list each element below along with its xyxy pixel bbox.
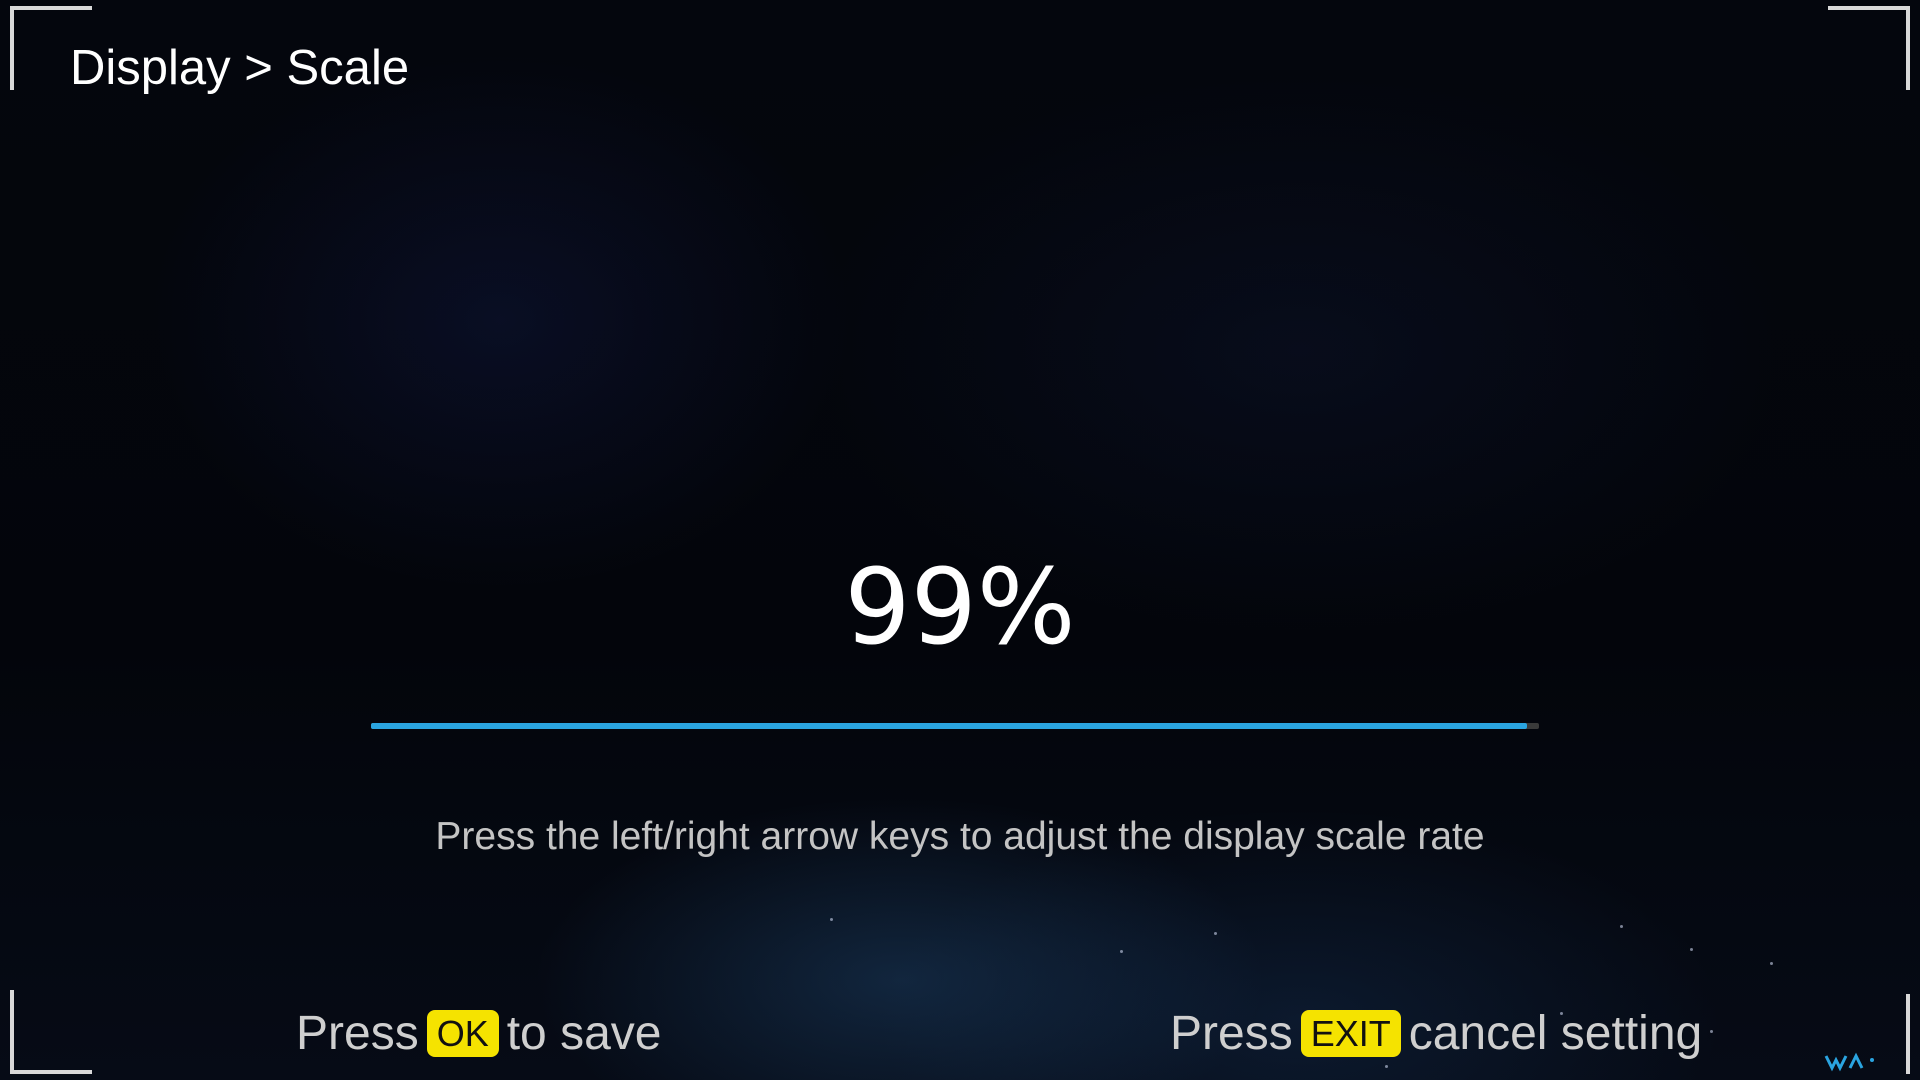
cancel-hint-prefix: Press xyxy=(1170,1007,1293,1060)
cancel-hint: Press EXIT cancel setting xyxy=(1170,1006,1702,1061)
star-decoration xyxy=(1214,932,1217,935)
exit-key-badge[interactable]: EXIT xyxy=(1300,1009,1401,1058)
save-hint: Press OK to save xyxy=(296,1006,661,1061)
star-decoration xyxy=(1120,950,1123,953)
ok-key-badge[interactable]: OK xyxy=(426,1009,499,1058)
corner-bracket-bottom-left xyxy=(10,990,92,1074)
star-decoration xyxy=(1620,925,1623,928)
instruction-text: Press the left/right arrow keys to adjus… xyxy=(435,815,1485,858)
star-decoration xyxy=(1770,962,1773,965)
scale-settings-screen: Display > Scale 99% Press the left/right… xyxy=(0,0,1920,1080)
save-hint-suffix: to save xyxy=(506,1007,662,1060)
save-hint-prefix: Press xyxy=(296,1007,419,1060)
corner-bracket-top-right xyxy=(1828,6,1910,90)
watermark-logo-icon xyxy=(1824,1052,1874,1072)
scale-slider[interactable] xyxy=(371,723,1539,729)
star-decoration xyxy=(1710,1030,1713,1033)
breadcrumb: Display > Scale xyxy=(70,41,410,95)
star-decoration xyxy=(1690,948,1693,951)
scale-slider-fill xyxy=(371,723,1528,729)
star-decoration xyxy=(1385,1065,1388,1068)
cancel-hint-suffix: cancel setting xyxy=(1408,1007,1703,1060)
star-decoration xyxy=(830,918,833,921)
scale-value-readout: 99% xyxy=(844,546,1076,668)
